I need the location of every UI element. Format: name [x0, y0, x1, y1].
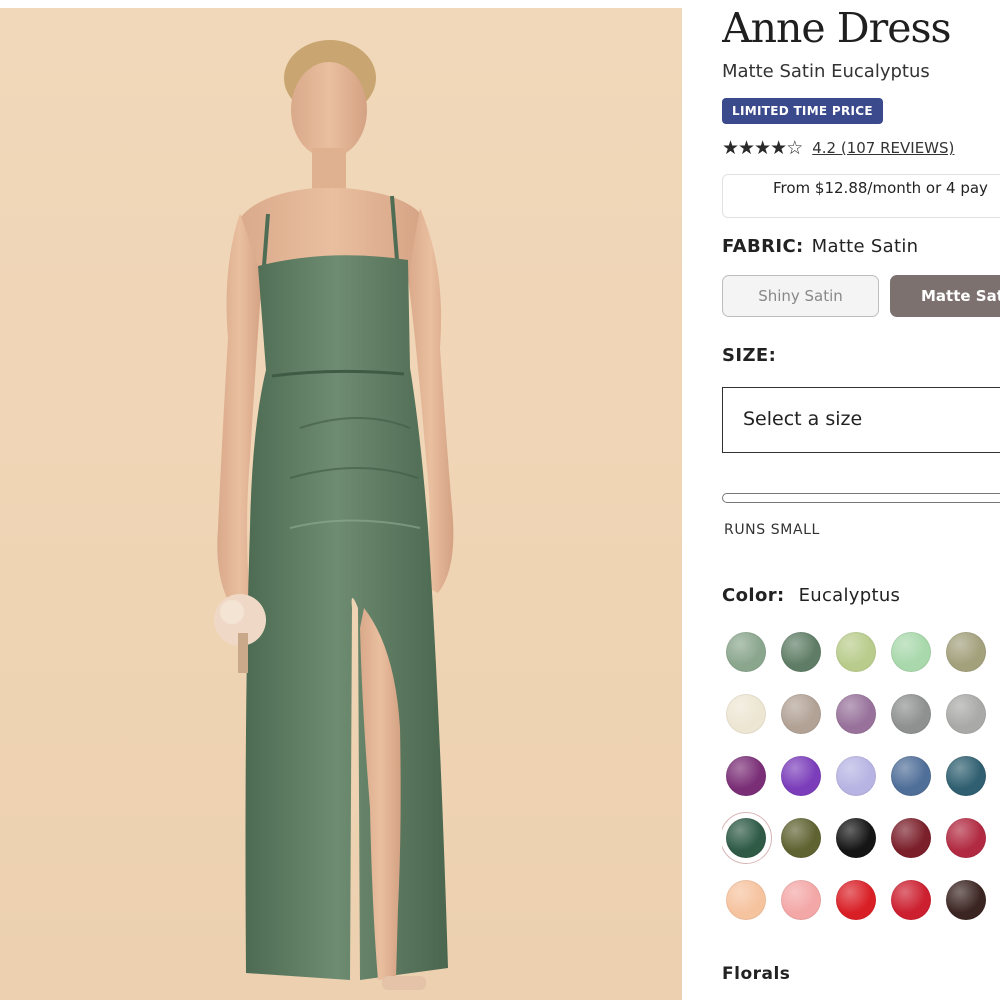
color-swatch[interactable] — [946, 632, 986, 672]
fabric-option-matte-satin[interactable]: Matte Sat — [890, 275, 1000, 317]
color-swatch[interactable] — [726, 880, 766, 920]
color-swatch[interactable] — [946, 694, 986, 734]
color-swatch[interactable] — [891, 632, 931, 672]
star-filled-icon: ★ — [738, 136, 755, 159]
size-label: SIZE: — [722, 345, 777, 366]
color-swatch[interactable] — [781, 632, 821, 672]
color-swatch[interactable] — [891, 756, 931, 796]
fabric-label-row: FABRIC: Matte Satin — [722, 236, 918, 257]
reviews-link[interactable]: 4.2 (107 REVIEWS) — [812, 139, 954, 157]
product-details-panel: Anne Dress Matte Satin Eucalyptus LIMITE… — [722, 0, 1000, 1000]
color-swatch[interactable] — [836, 880, 876, 920]
color-swatch[interactable] — [726, 694, 766, 734]
fabric-selected-value: Matte Satin — [811, 236, 919, 257]
color-swatch[interactable] — [726, 818, 766, 858]
color-swatch[interactable] — [891, 694, 931, 734]
color-swatch[interactable] — [891, 818, 931, 858]
size-select[interactable]: Select a size — [722, 387, 1000, 453]
color-swatch[interactable] — [946, 880, 986, 920]
color-selected-value: Eucalyptus — [798, 585, 901, 606]
color-swatch[interactable] — [946, 818, 986, 858]
size-select-placeholder: Select a size — [743, 408, 863, 430]
color-swatch[interactable] — [781, 818, 821, 858]
star-filled-icon: ★ — [770, 136, 787, 159]
color-swatch[interactable] — [891, 880, 931, 920]
product-subtitle: Matte Satin Eucalyptus — [722, 61, 930, 82]
color-swatch[interactable] — [781, 880, 821, 920]
color-swatch[interactable] — [946, 756, 986, 796]
color-label-row: Color: Eucalyptus — [722, 585, 900, 606]
installment-payment-box[interactable]: From $12.88/month or 4 pay — [722, 174, 1000, 218]
rating-row: ★ ★ ★ ★ ☆ 4.2 (107 REVIEWS) — [722, 137, 954, 159]
color-swatch[interactable] — [781, 756, 821, 796]
product-title: Anne Dress — [722, 4, 952, 52]
star-filled-icon: ★ — [722, 136, 739, 159]
color-swatch[interactable] — [726, 756, 766, 796]
fit-indicator-bar — [722, 493, 1000, 503]
product-photo[interactable] — [0, 8, 682, 1000]
limited-time-price-badge: LIMITED TIME PRICE — [722, 98, 883, 124]
color-swatch[interactable] — [836, 818, 876, 858]
color-swatch[interactable] — [781, 694, 821, 734]
star-partial-icon: ☆ — [786, 136, 803, 159]
fabric-option-shiny-satin[interactable]: Shiny Satin — [722, 275, 879, 317]
florals-section-heading: Florals — [722, 964, 791, 984]
model-in-dress-illustration — [214, 40, 454, 990]
fabric-label: FABRIC: — [722, 236, 804, 257]
color-swatch[interactable] — [836, 632, 876, 672]
star-filled-icon: ★ — [754, 136, 771, 159]
installment-text: From $12.88/month or 4 pay — [773, 179, 988, 197]
color-swatch[interactable] — [726, 632, 766, 672]
fit-note: RUNS SMALL — [724, 522, 820, 538]
color-swatch[interactable] — [836, 756, 876, 796]
rating-stars: ★ ★ ★ ★ ☆ — [722, 136, 803, 159]
color-swatch[interactable] — [836, 694, 876, 734]
color-label: Color: — [722, 585, 785, 606]
